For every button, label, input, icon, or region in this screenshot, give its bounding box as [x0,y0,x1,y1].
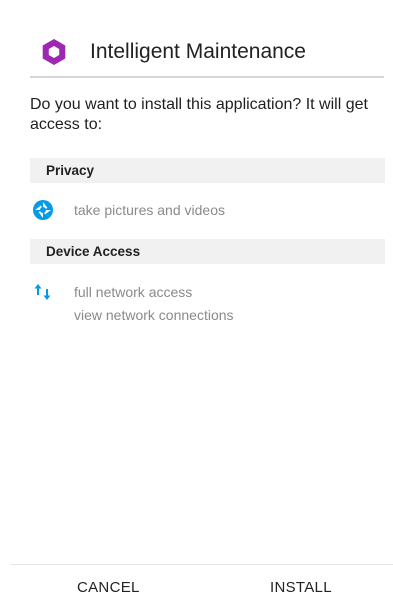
permission-line: full network access [74,284,193,300]
hexagon-app-icon [38,36,70,68]
install-prompt: Do you want to install this application?… [30,96,368,133]
install-dialog: Intelligent Maintenance Do you want to i… [0,0,393,595]
section-header-privacy: Privacy [30,158,385,183]
permission-line: view network connections [74,307,234,323]
dialog-header: Intelligent Maintenance [30,28,384,78]
section-header-device-access: Device Access [30,239,385,264]
permission-text: take pictures and videos [74,199,225,222]
app-title: Intelligent Maintenance [90,40,306,63]
cancel-button[interactable]: CANCEL [77,579,140,595]
network-arrows-icon [32,281,54,303]
install-button[interactable]: INSTALL [270,579,332,595]
permission-line: take pictures and videos [74,202,225,218]
dialog-footer: CANCEL INSTALL [10,564,393,595]
camera-shutter-icon [32,199,54,221]
permission-text: full network access view network connect… [74,281,234,327]
